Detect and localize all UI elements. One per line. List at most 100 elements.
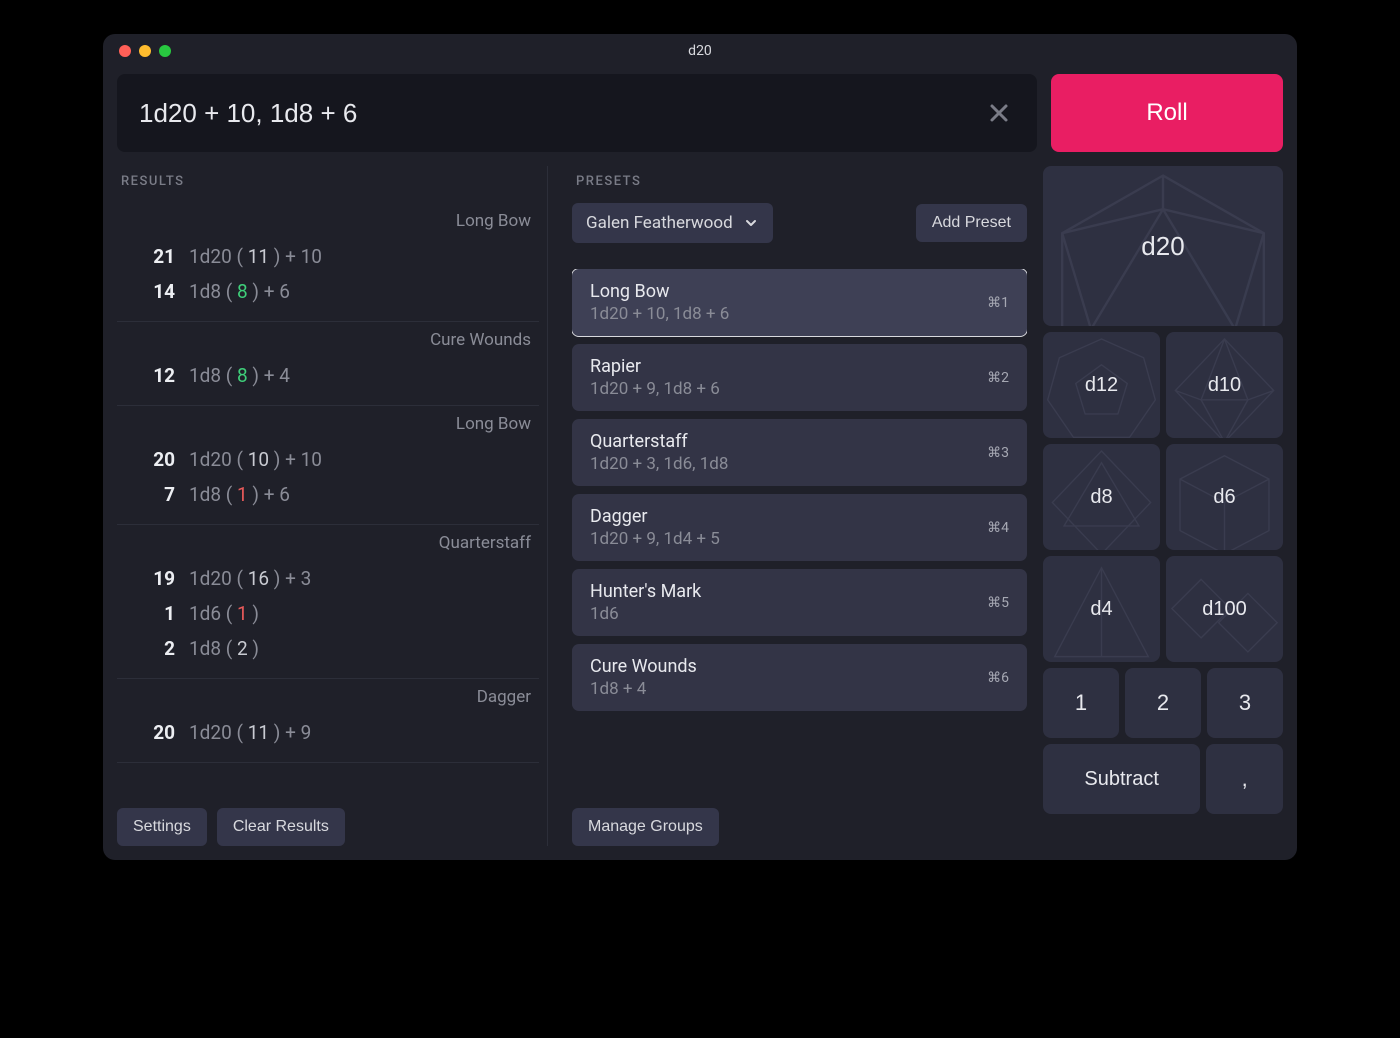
- result-group: Cure Wounds 12 1d8 ( 8 ) + 4: [117, 322, 539, 406]
- close-window-button[interactable]: [119, 45, 131, 57]
- result-detail: 1d20 ( 11 ) + 10: [189, 245, 322, 268]
- die-label: d8: [1090, 486, 1112, 509]
- window-title: d20: [103, 43, 1297, 59]
- die-label: d20: [1141, 231, 1184, 262]
- preset-text: Dagger1d20 + 9, 1d4 + 5: [590, 506, 720, 549]
- preset-shortcut: ⌘4: [987, 520, 1009, 536]
- preset-name: Cure Wounds: [590, 656, 697, 677]
- preset-formula: 1d20 + 3, 1d6, 1d8: [590, 454, 728, 474]
- formula-field-wrap: [117, 74, 1037, 152]
- preset-item[interactable]: Cure Wounds1d8 + 4⌘6: [572, 644, 1027, 711]
- die-d12-button[interactable]: d12: [1043, 332, 1160, 438]
- result-line: 20 1d20 ( 11 ) + 9: [117, 715, 539, 750]
- preset-formula: 1d20 + 9, 1d4 + 5: [590, 529, 720, 549]
- preset-shortcut: ⌘6: [987, 670, 1009, 686]
- die-d4-button[interactable]: d4: [1043, 556, 1160, 662]
- preset-shortcut: ⌘2: [987, 370, 1009, 386]
- presets-header: Galen Featherwood Add Preset: [572, 203, 1027, 269]
- preset-item[interactable]: Long Bow1d20 + 10, 1d8 + 6 ⌘1: [572, 269, 1027, 336]
- result-total: 14: [125, 280, 175, 303]
- preset-item[interactable]: Quarterstaff1d20 + 3, 1d6, 1d8 ⌘3: [572, 419, 1027, 486]
- die-d20-button[interactable]: d20: [1043, 166, 1283, 326]
- result-detail: 1d20 ( 16 ) + 3: [189, 567, 311, 590]
- result-total: 19: [125, 567, 175, 590]
- subtract-button[interactable]: Subtract: [1043, 744, 1200, 814]
- result-detail: 1d8 ( 8 ) + 6: [189, 280, 290, 303]
- preset-formula: 1d20 + 10, 1d8 + 6: [590, 304, 729, 324]
- preset-text: Long Bow1d20 + 10, 1d8 + 6: [590, 281, 729, 324]
- preset-formula: 1d6: [590, 604, 701, 624]
- result-group-label: Dagger: [117, 685, 539, 715]
- result-total: 7: [125, 483, 175, 506]
- presets-label: PRESETS: [572, 166, 1027, 203]
- results-column: RESULTS Long Bow211d20 ( 11 ) + 10141d8 …: [117, 166, 547, 846]
- preset-text: Rapier1d20 + 9, 1d8 + 6: [590, 356, 720, 399]
- close-icon: [987, 101, 1011, 125]
- result-detail: 1d20 ( 11 ) + 9: [189, 721, 311, 744]
- roll-button[interactable]: Roll: [1051, 74, 1283, 152]
- preset-shortcut: ⌘1: [987, 295, 1009, 311]
- zoom-window-button[interactable]: [159, 45, 171, 57]
- top-bar: Roll: [103, 68, 1297, 152]
- roll-value: 1: [237, 602, 248, 625]
- result-total: 12: [125, 364, 175, 387]
- presets-footer: Manage Groups: [572, 794, 1027, 846]
- result-total: 21: [125, 245, 175, 268]
- preset-shortcut: ⌘3: [987, 445, 1009, 461]
- result-group: Long Bow 20 1d20 ( 10 ) + 10 7 1d8 ( 1 ) + 6: [117, 406, 539, 525]
- minimize-window-button[interactable]: [139, 45, 151, 57]
- roll-value: 2: [237, 637, 248, 660]
- roll-value: 16: [248, 567, 269, 590]
- die-label: d6: [1213, 486, 1235, 509]
- result-group-label: Long Bow: [117, 412, 539, 442]
- clear-formula-button[interactable]: [983, 97, 1015, 129]
- preset-item[interactable]: Dagger1d20 + 9, 1d4 + 5 ⌘4: [572, 494, 1027, 561]
- preset-name: Quarterstaff: [590, 431, 728, 452]
- roll-value: 8: [237, 280, 248, 303]
- result-total: 20: [125, 448, 175, 471]
- roll-value: 11: [248, 721, 269, 744]
- result-detail: 1d8 ( 8 ) + 4: [189, 364, 290, 387]
- preset-text: Hunter's Mark1d6: [590, 581, 701, 624]
- result-total: 20: [125, 721, 175, 744]
- die-d6-button[interactable]: d6: [1166, 444, 1283, 550]
- result-detail: 1d8 ( 1 ) + 6: [189, 483, 290, 506]
- result-line: 14 1d8 ( 8 ) + 6: [117, 274, 539, 309]
- manage-groups-button[interactable]: Manage Groups: [572, 808, 719, 846]
- chevron-down-icon: [743, 215, 759, 231]
- result-group-label: Long Bow: [117, 209, 539, 239]
- results-label: RESULTS: [117, 166, 547, 203]
- dice-pad: d20 d12 d10: [1037, 166, 1283, 846]
- preset-group-dropdown[interactable]: Galen Featherwood: [572, 203, 773, 243]
- result-total: 2: [125, 637, 175, 660]
- result-line: 19 1d20 ( 16 ) + 3: [117, 561, 539, 596]
- result-line: 11d6 ( 1 ): [117, 596, 539, 631]
- add-preset-button[interactable]: Add Preset: [916, 204, 1027, 242]
- comma-button[interactable]: ,: [1206, 744, 1283, 814]
- keypad-1-button[interactable]: 1: [1043, 668, 1119, 738]
- die-d10-button[interactable]: d10: [1166, 332, 1283, 438]
- result-group: Dagger 20 1d20 ( 11 ) + 9: [117, 679, 539, 763]
- settings-button[interactable]: Settings: [117, 808, 207, 846]
- result-line: 20 1d20 ( 10 ) + 10: [117, 442, 539, 477]
- results-scroll[interactable]: Long Bow211d20 ( 11 ) + 10141d8 ( 8 ) + …: [117, 203, 547, 798]
- die-d8-button[interactable]: d8: [1043, 444, 1160, 550]
- roll-value: 10: [248, 448, 269, 471]
- roll-value: 11: [248, 245, 269, 268]
- preset-formula: 1d20 + 9, 1d8 + 6: [590, 379, 720, 399]
- result-line: 12 1d8 ( 8 ) + 4: [117, 358, 539, 393]
- roll-value: 1: [237, 483, 248, 506]
- result-detail: 1d20 ( 10 ) + 10: [189, 448, 322, 471]
- preset-item[interactable]: Hunter's Mark1d6⌘5: [572, 569, 1027, 636]
- preset-item[interactable]: Rapier1d20 + 9, 1d8 + 6 ⌘2: [572, 344, 1027, 411]
- preset-name: Hunter's Mark: [590, 581, 701, 602]
- traffic-lights: [103, 45, 171, 57]
- result-detail: 1d6 ( 1 ): [189, 602, 259, 625]
- keypad-3-button[interactable]: 3: [1207, 668, 1283, 738]
- die-d100-button[interactable]: d100: [1166, 556, 1283, 662]
- result-group-label: Cure Wounds: [117, 328, 539, 358]
- keypad-2-button[interactable]: 2: [1125, 668, 1201, 738]
- clear-results-button[interactable]: Clear Results: [217, 808, 345, 846]
- formula-input[interactable]: [139, 98, 983, 129]
- result-group: Quarterstaff191d20 ( 16 ) + 311d6 ( 1 )2…: [117, 525, 539, 679]
